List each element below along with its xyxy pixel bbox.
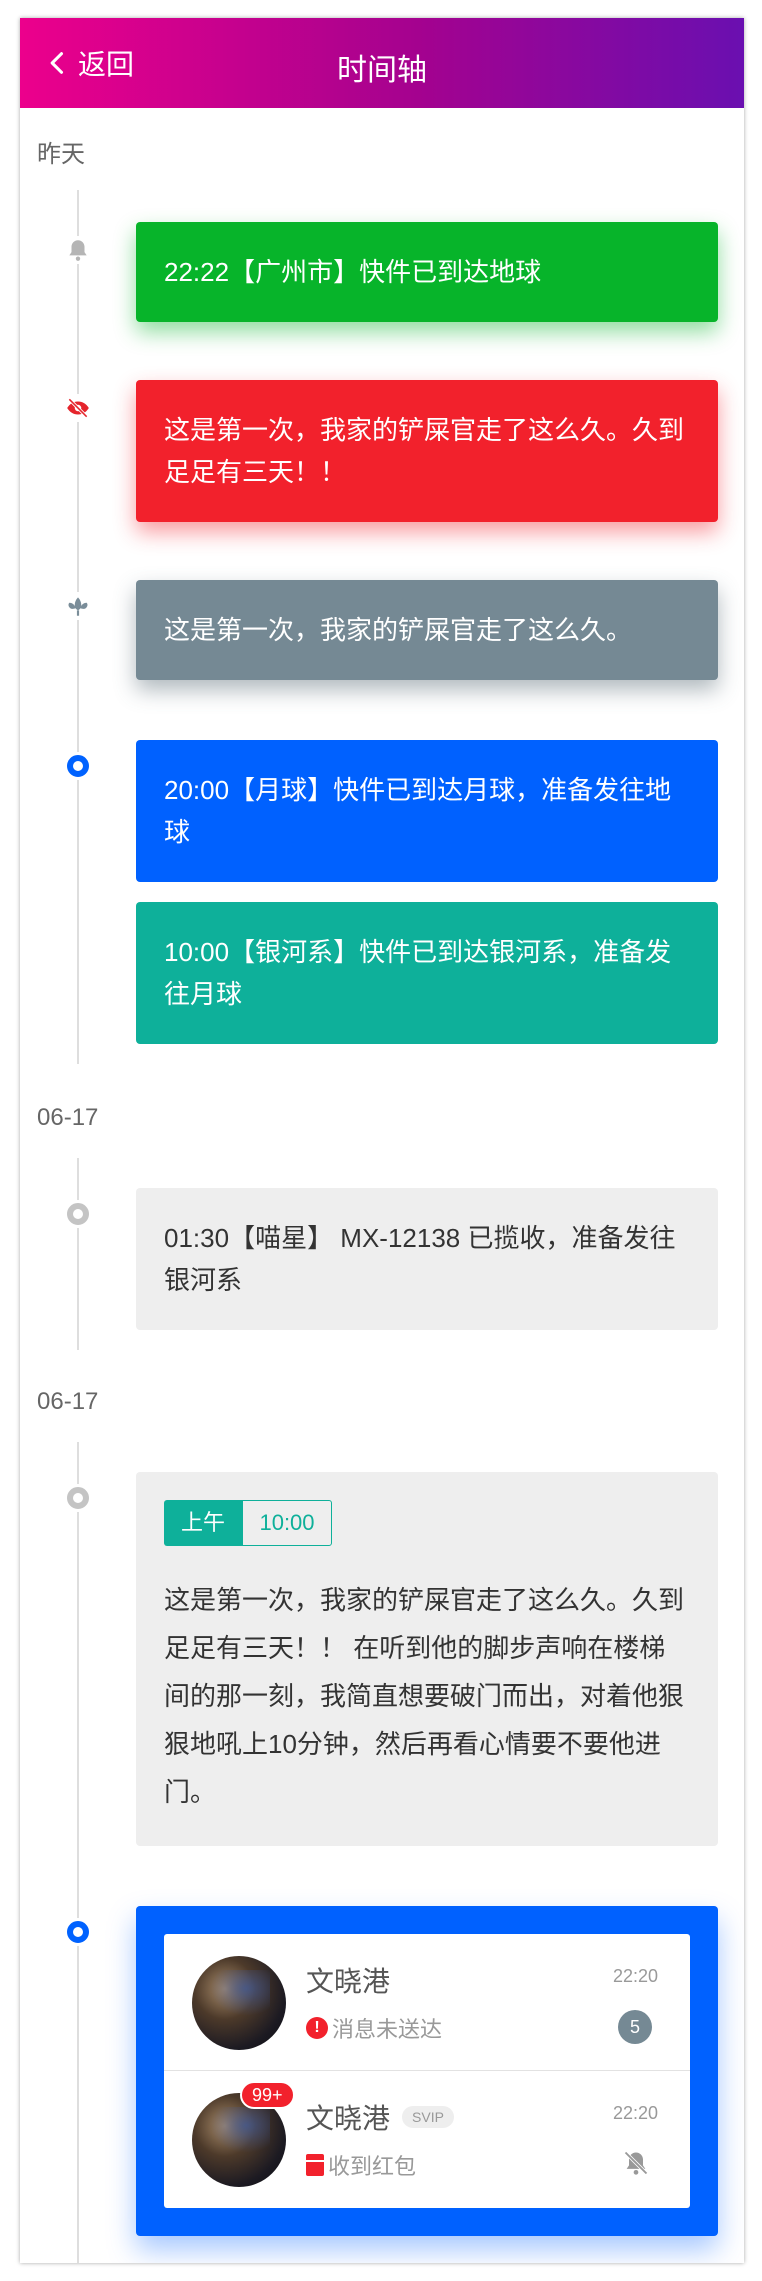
bell-muted-icon[interactable] bbox=[622, 2149, 650, 2177]
timeline-card[interactable]: 这是第一次，我家的铲屎官走了这么久。久到足足有三天！！ bbox=[136, 380, 718, 522]
timeline-axis bbox=[77, 1158, 79, 1350]
date-label: 昨天 bbox=[37, 141, 85, 168]
page-title: 时间轴 bbox=[337, 54, 427, 87]
warning-icon: ! bbox=[306, 2017, 328, 2039]
card-text: 这是第一次，我家的铲屎官走了这么久。 bbox=[164, 615, 633, 645]
chat-time: 22:20 bbox=[612, 1966, 658, 1986]
chat-time: 22:20 bbox=[612, 2103, 658, 2123]
status-text: 收到红包 bbox=[328, 2154, 417, 2179]
bell-icon bbox=[64, 236, 92, 264]
chat-name: 文晓港 bbox=[306, 1960, 390, 2000]
timeline-card[interactable]: 22:22【广州市】快件已到达地球 bbox=[136, 222, 718, 322]
card-text: 22:22【广州市】快件已到达地球 bbox=[164, 257, 542, 287]
gray-dot-icon bbox=[64, 1200, 92, 1228]
chat-list-item[interactable]: 文晓港 ! 消息未送达 22:20 5 bbox=[164, 1934, 690, 2071]
phone-screen: 返回 时间轴 昨天 22:22【广州市】快件已到达地球 这是第一次，我家的铲屎官… bbox=[20, 18, 744, 2263]
red-packet-icon bbox=[306, 2154, 324, 2176]
date-label: 06-17 bbox=[37, 1388, 99, 1415]
chat-list: 文晓港 ! 消息未送达 22:20 5 99+ 文晓港 SVIP 收到红包 22… bbox=[164, 1934, 690, 2208]
contact-name: 文晓港 bbox=[306, 2103, 391, 2134]
card-text: 这是第一次，我家的铲屎官走了这么久。久到足足有三天！！ 在听到他的脚步声响在楼梯… bbox=[164, 1585, 685, 1807]
eye-slash-icon bbox=[64, 394, 92, 422]
chat-list-item[interactable]: 99+ 文晓港 SVIP 收到红包 22:20 bbox=[164, 2071, 690, 2208]
lotus-icon bbox=[64, 592, 92, 620]
date-label: 06-17 bbox=[37, 1104, 99, 1131]
chat-status: ! 消息未送达 bbox=[306, 2012, 442, 2044]
time-tag: 上午 10:00 bbox=[164, 1500, 690, 1546]
card-text: 这是第一次，我家的铲屎官走了这么久。久到足足有三天！！ bbox=[164, 415, 685, 487]
timeline-card[interactable]: 这是第一次，我家的铲屎官走了这么久。 bbox=[136, 580, 718, 680]
blue-dot-icon bbox=[64, 752, 92, 780]
unread-count-badge: 5 bbox=[618, 2010, 652, 2044]
contact-name: 文晓港 bbox=[306, 1966, 391, 1997]
tag-period: 上午 bbox=[164, 1500, 242, 1546]
blue-dot-icon bbox=[64, 1918, 92, 1946]
card-text: 01:30【喵星】 MX-12138 已揽收，准备发往银河系 bbox=[164, 1223, 676, 1295]
svip-badge: SVIP bbox=[402, 2106, 454, 2128]
avatar bbox=[192, 1956, 286, 2050]
timeline-axis bbox=[77, 190, 79, 1064]
card-text: 10:00【银河系】快件已到达银河系，准备发往月球 bbox=[164, 937, 672, 1009]
card-text: 20:00【月球】快件已到达月球，准备发往地球 bbox=[164, 775, 672, 847]
timeline-card[interactable]: 上午 10:00 这是第一次，我家的铲屎官走了这么久。久到足足有三天！！ 在听到… bbox=[136, 1472, 718, 1846]
chat-name: 文晓港 SVIP bbox=[306, 2097, 454, 2137]
timeline-card[interactable]: 20:00【月球】快件已到达月球，准备发往地球 bbox=[136, 740, 718, 882]
unread-badge: 99+ bbox=[240, 2081, 295, 2109]
gray-dot-icon bbox=[64, 1484, 92, 1512]
timeline-axis bbox=[77, 1442, 79, 2263]
timeline-card[interactable]: 01:30【喵星】 MX-12138 已揽收，准备发往银河系 bbox=[136, 1188, 718, 1330]
tag-time: 10:00 bbox=[242, 1500, 332, 1546]
timeline-card[interactable]: 10:00【银河系】快件已到达银河系，准备发往月球 bbox=[136, 902, 718, 1044]
chat-status: 收到红包 bbox=[306, 2149, 416, 2181]
nav-bar: 返回 时间轴 bbox=[20, 18, 744, 108]
status-text: 消息未送达 bbox=[332, 2017, 443, 2042]
chat-card: 文晓港 ! 消息未送达 22:20 5 99+ 文晓港 SVIP 收到红包 22… bbox=[136, 1906, 718, 2236]
